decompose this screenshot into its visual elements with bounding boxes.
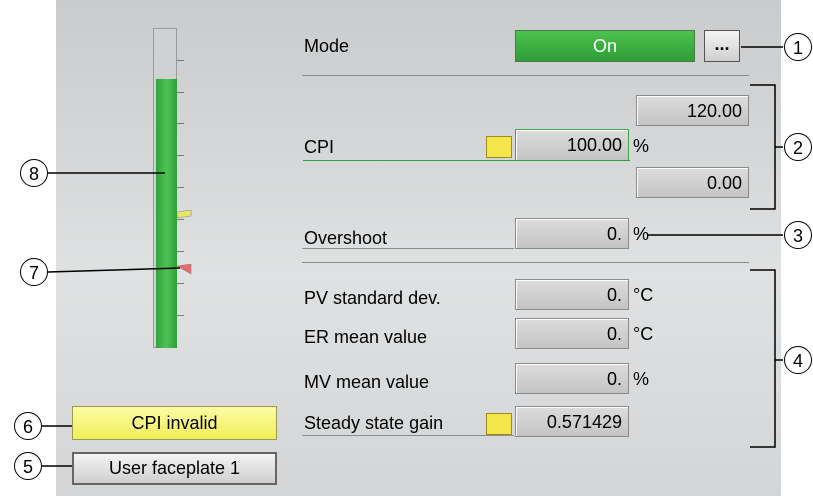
callout-1: 1 xyxy=(784,33,812,61)
callout-5: 5 xyxy=(14,452,42,480)
callout-6: 6 xyxy=(14,412,42,440)
callout-2: 2 xyxy=(784,133,812,161)
callout-8: 8 xyxy=(20,159,48,187)
callout-7: 7 xyxy=(20,258,48,286)
callout-4: 4 xyxy=(784,346,812,374)
callout-lines xyxy=(42,46,783,467)
callout-3: 3 xyxy=(784,221,812,249)
